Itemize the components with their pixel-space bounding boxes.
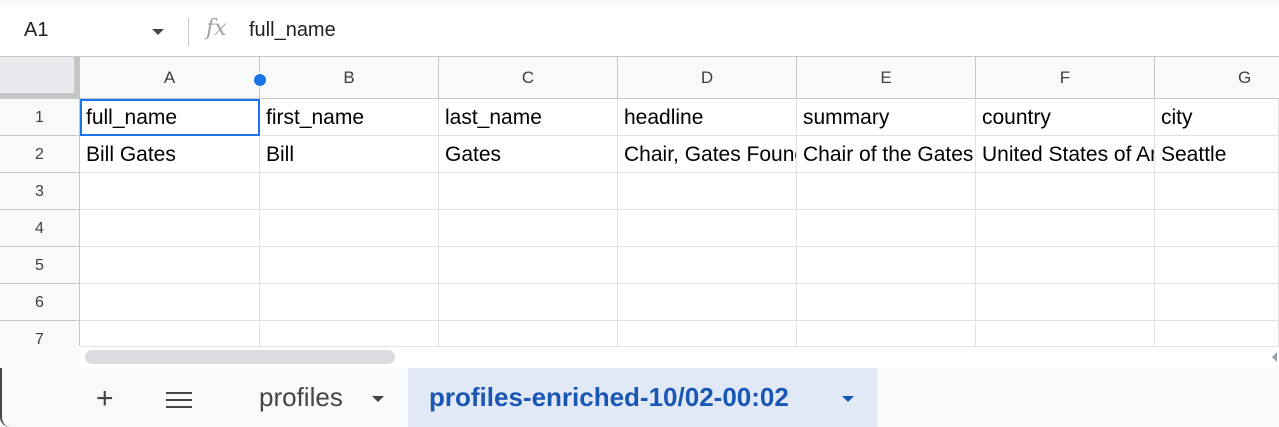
cell-g7[interactable]: [1155, 321, 1279, 346]
column-header-g[interactable]: G: [1155, 57, 1279, 99]
window-edge: [0, 368, 10, 427]
sheet-tab-label: profiles: [259, 382, 343, 412]
formula-bar: A1 fx full_name: [0, 6, 1279, 57]
cell-b2[interactable]: Bill: [260, 136, 439, 173]
formula-bar-divider: [188, 18, 189, 46]
fill-handle[interactable]: [253, 73, 267, 87]
cell-f3[interactable]: [976, 173, 1155, 210]
scrollbar-thumb[interactable]: [85, 350, 395, 364]
sheet-tab-profiles-enriched[interactable]: profiles-enriched-10/02-00:02: [408, 368, 877, 427]
sheet-tab-menu-chevron-icon[interactable]: [372, 396, 384, 402]
select-all-corner[interactable]: [0, 57, 80, 99]
horizontal-scrollbar[interactable]: [80, 346, 1279, 368]
cell-c2[interactable]: Gates: [439, 136, 618, 173]
cell-d5[interactable]: [618, 247, 797, 284]
row-header-5[interactable]: 5: [0, 247, 80, 284]
cell-a3[interactable]: [80, 173, 260, 210]
column-header-f[interactable]: F: [976, 57, 1155, 99]
cell-b6[interactable]: [260, 284, 439, 321]
row-header-7[interactable]: 7: [0, 321, 80, 346]
row-header-3[interactable]: 3: [0, 173, 80, 210]
column-header-b[interactable]: B: [260, 57, 439, 99]
cell-a6[interactable]: [80, 284, 260, 321]
name-box[interactable]: A1: [24, 19, 48, 42]
cell-e3[interactable]: [797, 173, 976, 210]
cell-c3[interactable]: [439, 173, 618, 210]
add-sheet-button[interactable]: +: [96, 384, 114, 414]
cell-b1[interactable]: first_name: [260, 99, 439, 136]
cell-g6[interactable]: [1155, 284, 1279, 321]
cell-b7[interactable]: [260, 321, 439, 346]
cell-e6[interactable]: [797, 284, 976, 321]
fx-icon: fx: [206, 16, 227, 41]
cell-f4[interactable]: [976, 210, 1155, 247]
row-header-6[interactable]: 6: [0, 284, 80, 321]
spreadsheet-grid: A B C D E F G 1 2 3 4 5 6 7 full_name fi…: [0, 57, 1279, 346]
row-header-1[interactable]: 1: [0, 99, 80, 136]
formula-input[interactable]: full_name: [249, 19, 336, 42]
cell-d1[interactable]: headline: [618, 99, 797, 136]
cell-g4[interactable]: [1155, 210, 1279, 247]
scroll-left-arrow-icon[interactable]: [1272, 352, 1277, 362]
cell-e2[interactable]: Chair of the Gates Foundation: [797, 136, 976, 173]
cell-f2[interactable]: United States of America: [976, 136, 1155, 173]
cell-b3[interactable]: [260, 173, 439, 210]
cell-c7[interactable]: [439, 321, 618, 346]
scrollbar-gutter: [0, 346, 80, 368]
cell-e4[interactable]: [797, 210, 976, 247]
cell-a7[interactable]: [80, 321, 260, 346]
cell-d7[interactable]: [618, 321, 797, 346]
cell-a1[interactable]: full_name: [80, 99, 260, 136]
cell-e5[interactable]: [797, 247, 976, 284]
cell-c5[interactable]: [439, 247, 618, 284]
cell-d4[interactable]: [618, 210, 797, 247]
column-header-e[interactable]: E: [797, 57, 976, 99]
all-sheets-menu-icon[interactable]: [166, 392, 192, 413]
cell-f6[interactable]: [976, 284, 1155, 321]
sheet-tab-profiles[interactable]: profiles: [240, 368, 405, 427]
cell-f1[interactable]: country: [976, 99, 1155, 136]
name-box-dropdown-icon[interactable]: [152, 29, 164, 35]
column-header-a[interactable]: A: [80, 57, 260, 99]
sheet-tab-menu-chevron-icon[interactable]: [842, 396, 854, 402]
cell-c4[interactable]: [439, 210, 618, 247]
cell-d3[interactable]: [618, 173, 797, 210]
cell-f7[interactable]: [976, 321, 1155, 346]
column-header-d[interactable]: D: [618, 57, 797, 99]
column-header-c[interactable]: C: [439, 57, 618, 99]
cell-g2[interactable]: Seattle: [1155, 136, 1279, 173]
cell-c6[interactable]: [439, 284, 618, 321]
cell-a2[interactable]: Bill Gates: [80, 136, 260, 173]
frozen-column-bar[interactable]: [74, 57, 79, 98]
frozen-row-bar[interactable]: [0, 93, 79, 98]
cell-d6[interactable]: [618, 284, 797, 321]
cell-g1[interactable]: city: [1155, 99, 1279, 136]
cell-e7[interactable]: [797, 321, 976, 346]
cell-b5[interactable]: [260, 247, 439, 284]
row-header-2[interactable]: 2: [0, 136, 80, 173]
sheet-tab-label: profiles-enriched-10/02-00:02: [429, 382, 789, 412]
cell-b4[interactable]: [260, 210, 439, 247]
cell-e1[interactable]: summary: [797, 99, 976, 136]
cell-g5[interactable]: [1155, 247, 1279, 284]
cell-d2[interactable]: Chair, Gates Foundation: [618, 136, 797, 173]
cell-g3[interactable]: [1155, 173, 1279, 210]
cell-c1[interactable]: last_name: [439, 99, 618, 136]
cell-a5[interactable]: [80, 247, 260, 284]
row-header-4[interactable]: 4: [0, 210, 80, 247]
cell-f5[interactable]: [976, 247, 1155, 284]
cell-a4[interactable]: [80, 210, 260, 247]
